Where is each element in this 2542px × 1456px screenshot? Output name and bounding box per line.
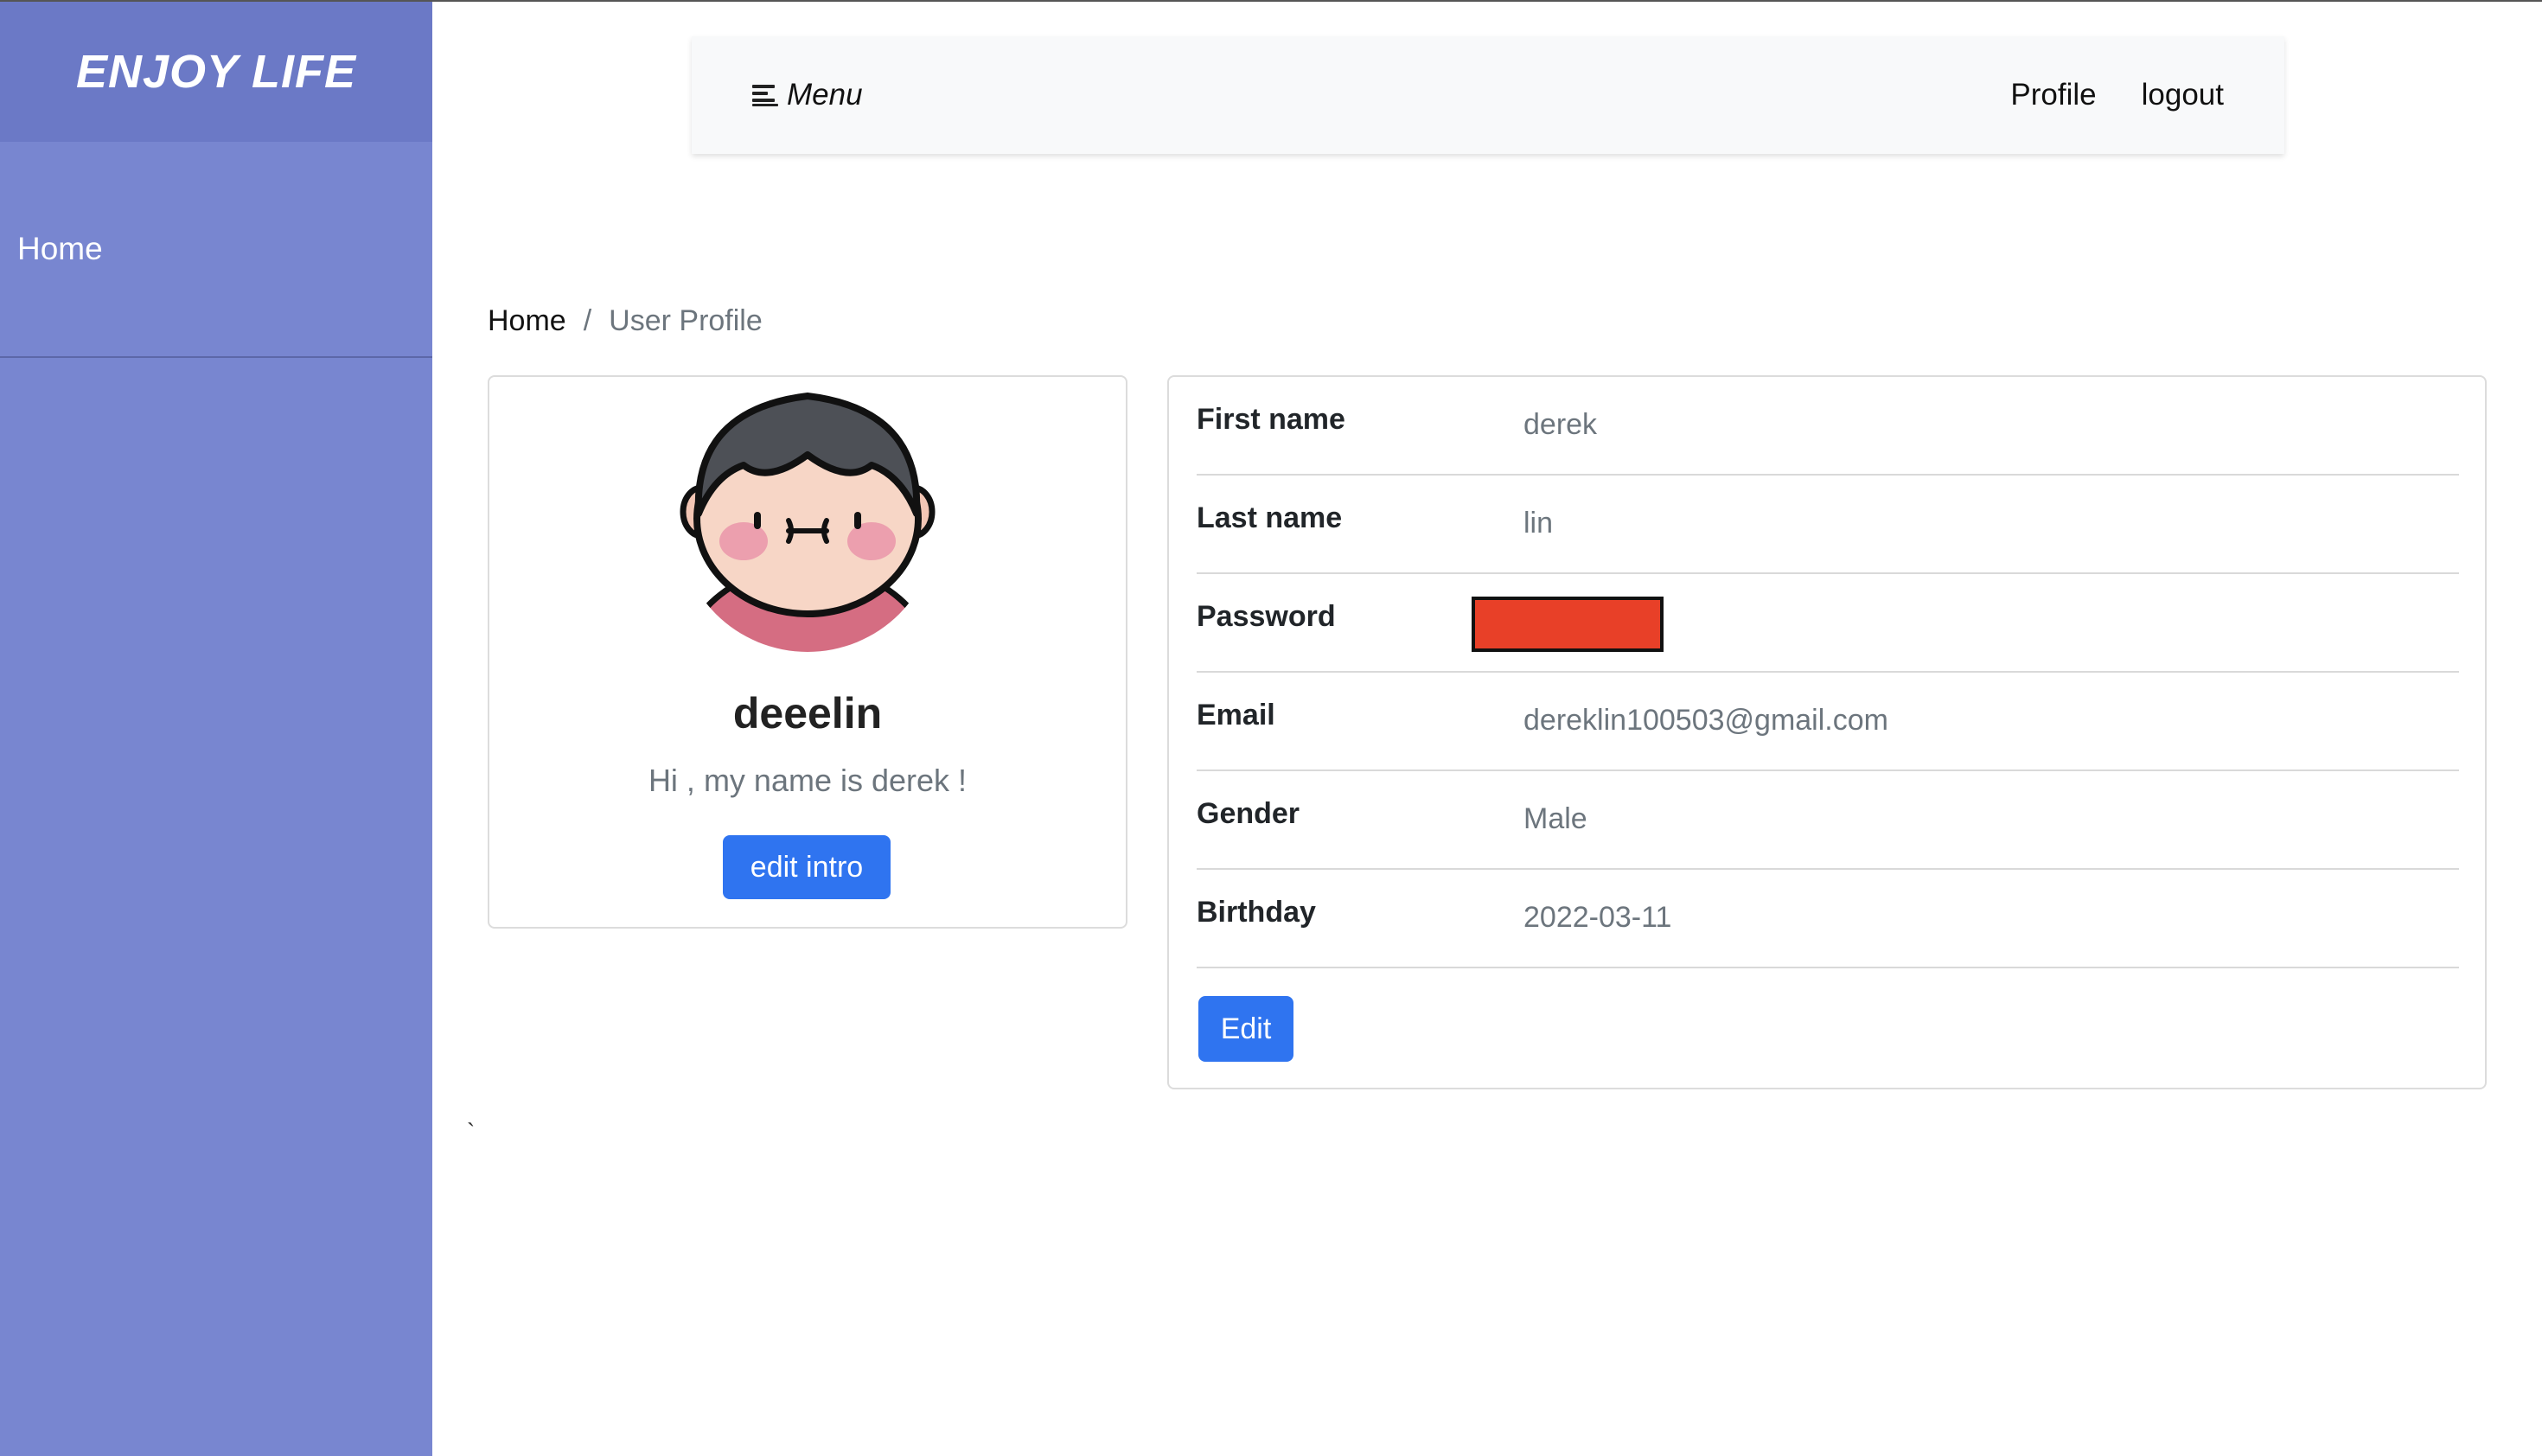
sidebar: ENJOY LIFE Home	[0, 2, 432, 1456]
detail-label: First name	[1197, 403, 1345, 436]
detail-row-first-name: First name derek	[1197, 377, 2459, 476]
password-redaction-box	[1472, 597, 1664, 652]
sidebar-item-label: Home	[17, 231, 103, 266]
detail-label: Last name	[1197, 501, 1343, 534]
top-navbar: Menu Profile logout	[692, 36, 2284, 154]
detail-row-email: Email dereklin100503@gmail.com	[1197, 673, 2459, 771]
avatar	[678, 393, 937, 652]
detail-row-gender: Gender Male	[1197, 771, 2459, 870]
stray-mark: `	[467, 1119, 476, 1146]
detail-row-last-name: Last name lin	[1197, 476, 2459, 574]
profile-intro-text: Hi , my name is derek !	[648, 763, 968, 798]
nav-link-logout[interactable]: logout	[2142, 78, 2224, 112]
breadcrumb-current: User Profile	[609, 304, 763, 337]
breadcrumb: Home / User Profile	[488, 304, 763, 338]
detail-row-password: Password	[1197, 574, 2459, 673]
nav-link-profile[interactable]: Profile	[2010, 78, 2096, 112]
user-details-card: First name derek Last name lin Password …	[1167, 375, 2487, 1089]
detail-label: Email	[1197, 699, 1275, 731]
sidebar-item-home[interactable]: Home	[0, 142, 432, 358]
breadcrumb-separator: /	[583, 304, 592, 337]
edit-profile-button[interactable]: Edit	[1198, 996, 1293, 1062]
profile-card: deeelin Hi , my name is derek ! edit int…	[488, 375, 1127, 929]
detail-value: lin	[1523, 507, 1554, 540]
edit-intro-button[interactable]: edit intro	[723, 835, 891, 899]
brand-logo[interactable]: ENJOY LIFE	[0, 2, 432, 142]
detail-label: Password	[1197, 600, 1336, 633]
detail-label: Gender	[1197, 797, 1300, 830]
detail-value: Male	[1523, 802, 1587, 835]
menu-label: Menu	[787, 78, 863, 112]
detail-value: dereklin100503@gmail.com	[1523, 704, 1888, 737]
detail-value: derek	[1523, 408, 1598, 441]
menu-lines-icon	[752, 83, 778, 107]
detail-value: 2022-03-11	[1523, 901, 1672, 934]
detail-row-birthday: Birthday 2022-03-11	[1197, 870, 2459, 968]
detail-label: Birthday	[1197, 896, 1316, 929]
profile-username: deeelin	[732, 689, 883, 738]
menu-toggle-button[interactable]: Menu	[752, 78, 863, 112]
brand-title: ENJOY LIFE	[75, 46, 357, 98]
breadcrumb-home-link[interactable]: Home	[488, 304, 566, 338]
